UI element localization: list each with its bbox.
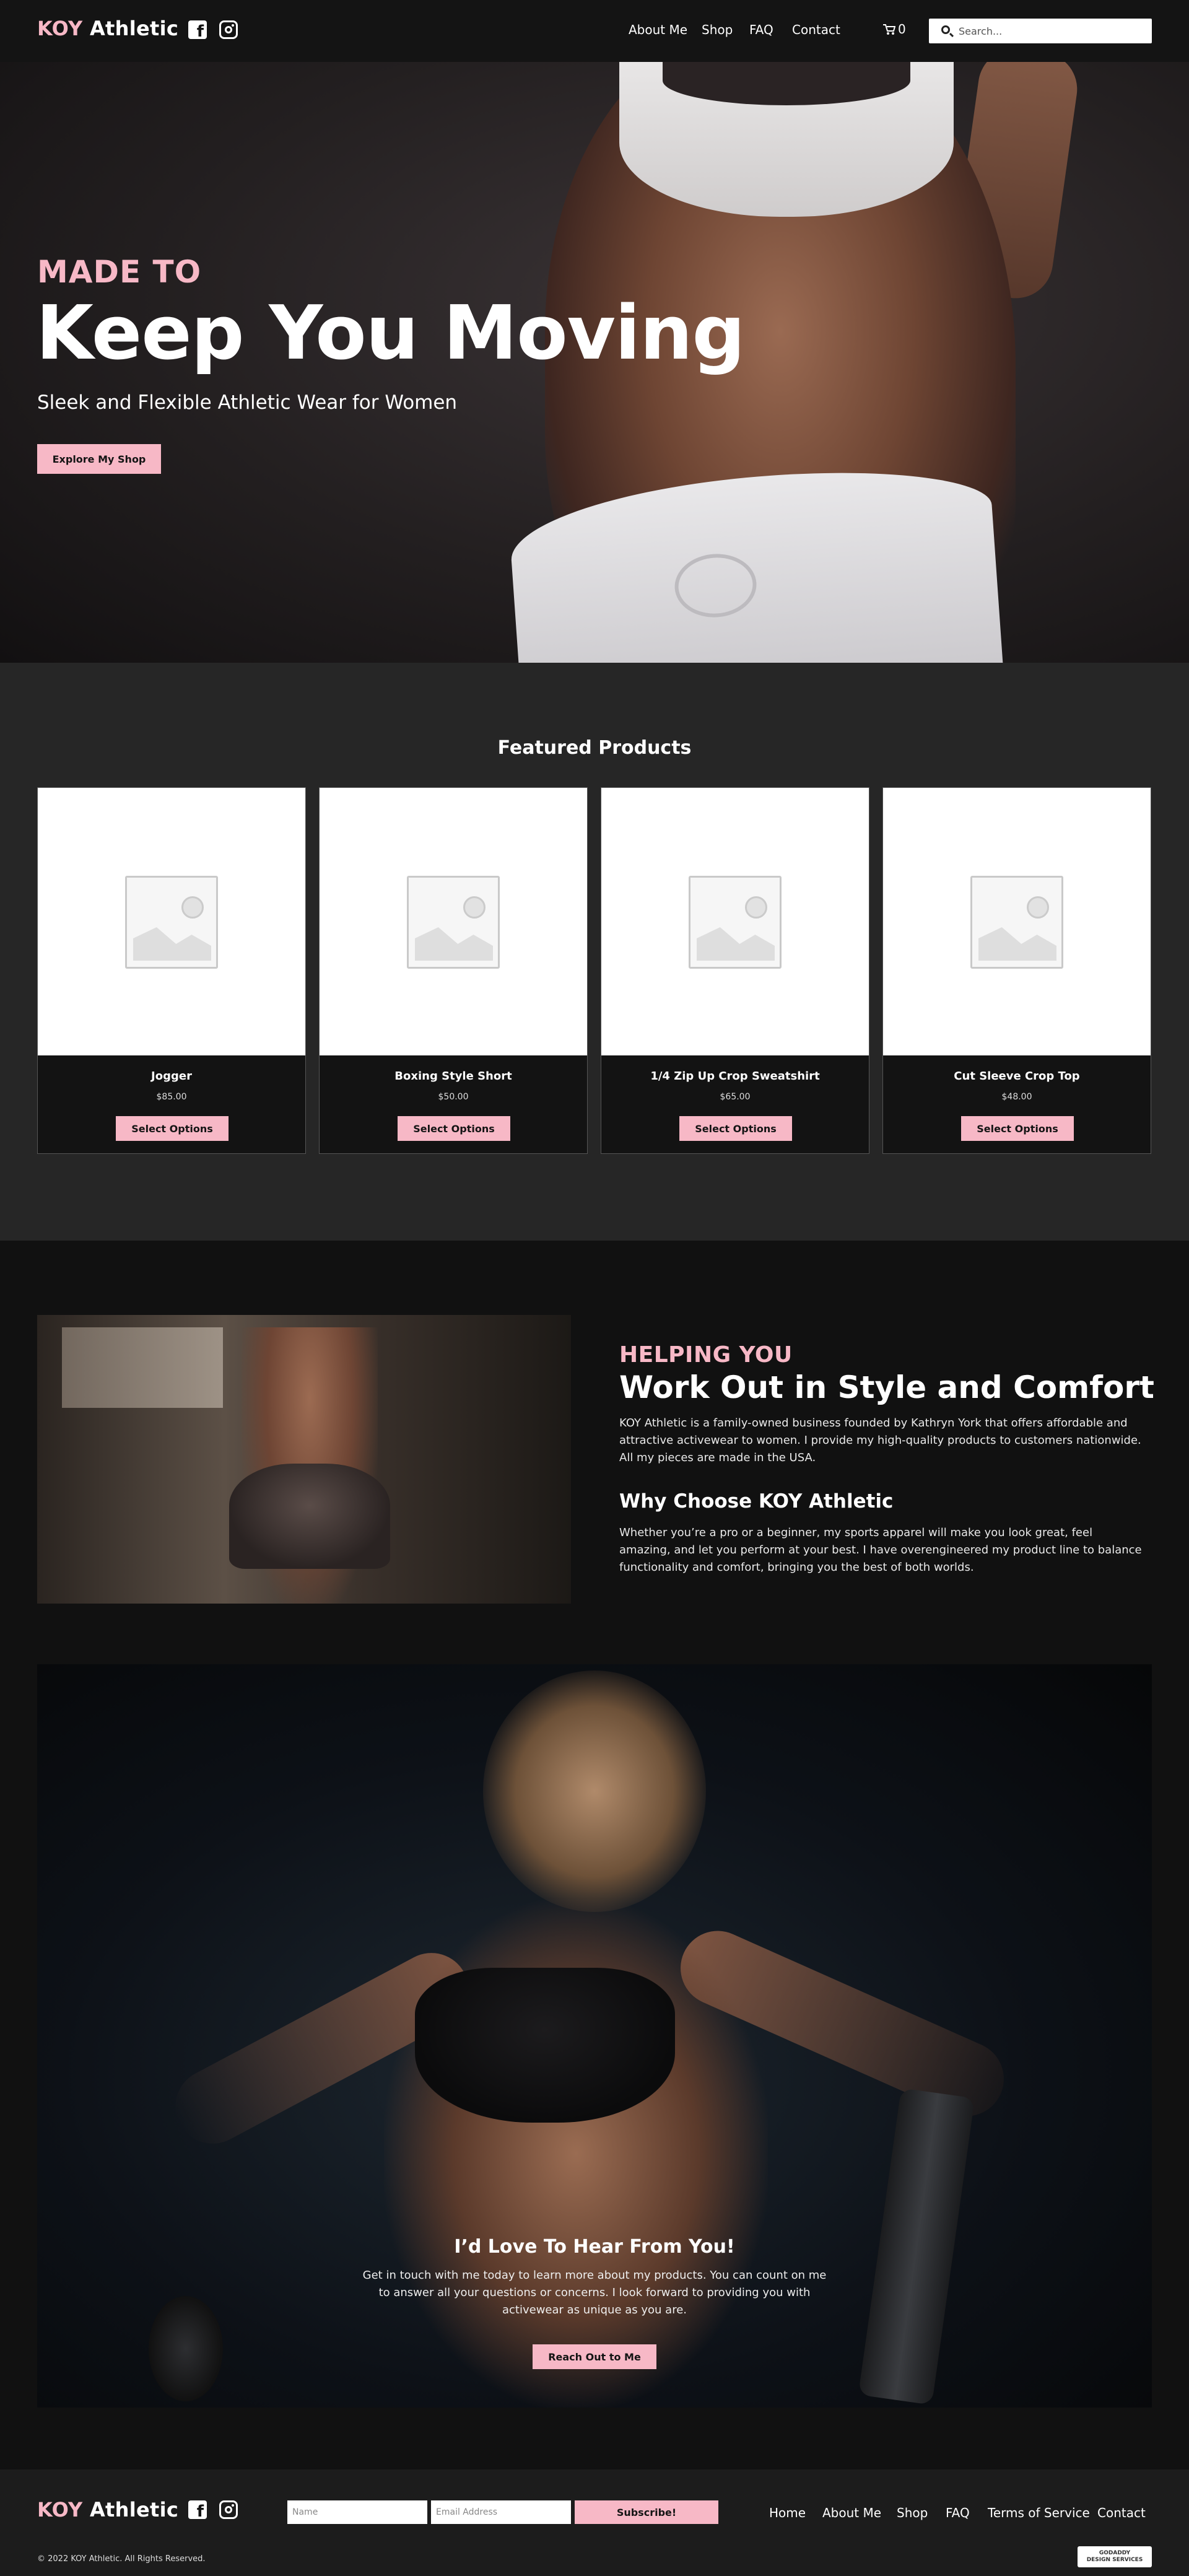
newsletter-name-field[interactable] <box>287 2500 427 2524</box>
product-card[interactable]: Boxing Style Short $50.00 Select Options <box>319 787 588 1154</box>
select-options-button[interactable]: Select Options <box>961 1116 1074 1141</box>
contact-banner: I’d Love To Hear From You! Get in touch … <box>37 1664 1152 2408</box>
site-logo[interactable]: KOY Athletic <box>37 17 178 40</box>
product-card[interactable]: Cut Sleeve Crop Top $48.00 Select Option… <box>882 787 1151 1154</box>
product-price: $85.00 <box>156 1092 187 1102</box>
logo-accent: KOY <box>37 17 83 40</box>
footer-logo[interactable]: KOY Athletic <box>37 2498 178 2521</box>
select-options-button[interactable]: Select Options <box>398 1116 510 1141</box>
hero-image-sports-bra <box>619 62 954 217</box>
product-price: $50.00 <box>438 1092 469 1102</box>
hero-subtitle: MADE TO <box>37 254 202 290</box>
contact-text: Get in touch with me today to learn more… <box>362 2269 827 2316</box>
placeholder-image-icon <box>125 876 218 969</box>
facebook-icon[interactable]: f <box>188 2500 207 2520</box>
product-price: $65.00 <box>720 1092 751 1102</box>
contact-heading: I’d Love To Hear From You! <box>454 2236 735 2258</box>
explore-shop-button[interactable]: Explore My Shop <box>37 444 161 474</box>
product-name[interactable]: 1/4 Zip Up Crop Sweatshirt <box>601 1070 869 1083</box>
reach-out-button[interactable]: Reach Out to Me <box>533 2344 656 2369</box>
placeholder-image-icon <box>970 876 1063 969</box>
placeholder-image-icon <box>689 876 782 969</box>
logo-text: Athletic <box>89 17 179 40</box>
instagram-icon[interactable] <box>219 20 238 39</box>
product-image[interactable] <box>883 788 1151 1055</box>
about-photo <box>37 1315 571 1604</box>
site-footer: KOY Athletic f Subscribe! Home About Me … <box>0 2469 1189 2576</box>
product-price: $48.00 <box>1001 1092 1032 1102</box>
product-image[interactable] <box>38 788 305 1055</box>
cart-count: 0 <box>898 22 906 37</box>
logo-accent: KOY <box>37 2498 83 2521</box>
about-kicker: HELPING YOU <box>619 1342 793 1368</box>
select-options-button[interactable]: Select Options <box>679 1116 792 1141</box>
featured-heading: Featured Products <box>497 737 692 759</box>
footer-nav-shop[interactable]: Shop <box>897 2505 928 2520</box>
product-name[interactable]: Jogger <box>38 1070 305 1083</box>
designer-badge[interactable]: GODADDY DESIGN SERVICES <box>1078 2546 1152 2567</box>
about-subheading: Why Choose KOY Athletic <box>619 1490 894 1513</box>
hero-title: Keep You Moving <box>36 290 745 377</box>
about-paragraph: KOY Athletic is a family-owned business … <box>619 1417 1141 1464</box>
nav-contact[interactable]: Contact <box>792 22 840 37</box>
placeholder-image-icon <box>407 876 500 969</box>
instagram-icon[interactable] <box>219 2500 238 2519</box>
badge-line-1: GODADDY <box>1099 2550 1131 2556</box>
nav-shop[interactable]: Shop <box>702 22 733 37</box>
newsletter-email-field[interactable] <box>431 2500 571 2524</box>
hero-section: MADE TO Keep You Moving Sleek and Flexib… <box>0 62 1189 663</box>
footer-nav-terms[interactable]: Terms of Service <box>988 2505 1090 2520</box>
nav-about-me[interactable]: About Me <box>629 22 687 37</box>
about-paragraph-2: Whether you’re a pro or a beginner, my s… <box>619 1526 1142 1574</box>
featured-products-section: Featured Products Jogger $85.00 Select O… <box>0 663 1189 1241</box>
badge-line-2: DESIGN SERVICES <box>1086 2557 1143 2563</box>
cart-icon <box>883 24 896 35</box>
product-image[interactable] <box>601 788 869 1055</box>
product-card[interactable]: 1/4 Zip Up Crop Sweatshirt $65.00 Select… <box>601 787 869 1154</box>
product-image[interactable] <box>320 788 587 1055</box>
product-name[interactable]: Cut Sleeve Crop Top <box>883 1070 1151 1083</box>
nav-faq[interactable]: FAQ <box>749 22 773 37</box>
search-bar <box>929 19 1152 43</box>
search-icon[interactable] <box>941 25 950 34</box>
product-card[interactable]: Jogger $85.00 Select Options <box>37 787 306 1154</box>
site-header: KOY Athletic f About Me Shop FAQ Contact… <box>0 0 1189 62</box>
select-options-button[interactable]: Select Options <box>116 1116 229 1141</box>
cart-button[interactable]: 0 <box>883 22 906 37</box>
footer-nav-faq[interactable]: FAQ <box>946 2505 970 2520</box>
footer-nav-home[interactable]: Home <box>769 2505 806 2520</box>
contact-section: I’d Love To Hear From You! Get in touch … <box>0 1664 1189 2469</box>
copyright-text: © 2022 KOY Athletic. All Rights Reserved… <box>37 2554 206 2564</box>
footer-nav-about-me[interactable]: About Me <box>822 2505 881 2520</box>
about-section: HELPING YOU Work Out in Style and Comfor… <box>0 1241 1189 1664</box>
facebook-icon[interactable]: f <box>188 20 207 40</box>
footer-nav-contact[interactable]: Contact <box>1097 2505 1146 2520</box>
about-title: Work Out in Style and Comfort <box>619 1369 1154 1405</box>
hero-tagline: Sleek and Flexible Athletic Wear for Wom… <box>37 391 458 414</box>
logo-text: Athletic <box>89 2498 179 2521</box>
subscribe-button[interactable]: Subscribe! <box>575 2500 718 2524</box>
search-input[interactable] <box>959 24 1138 38</box>
product-name[interactable]: Boxing Style Short <box>320 1070 587 1083</box>
